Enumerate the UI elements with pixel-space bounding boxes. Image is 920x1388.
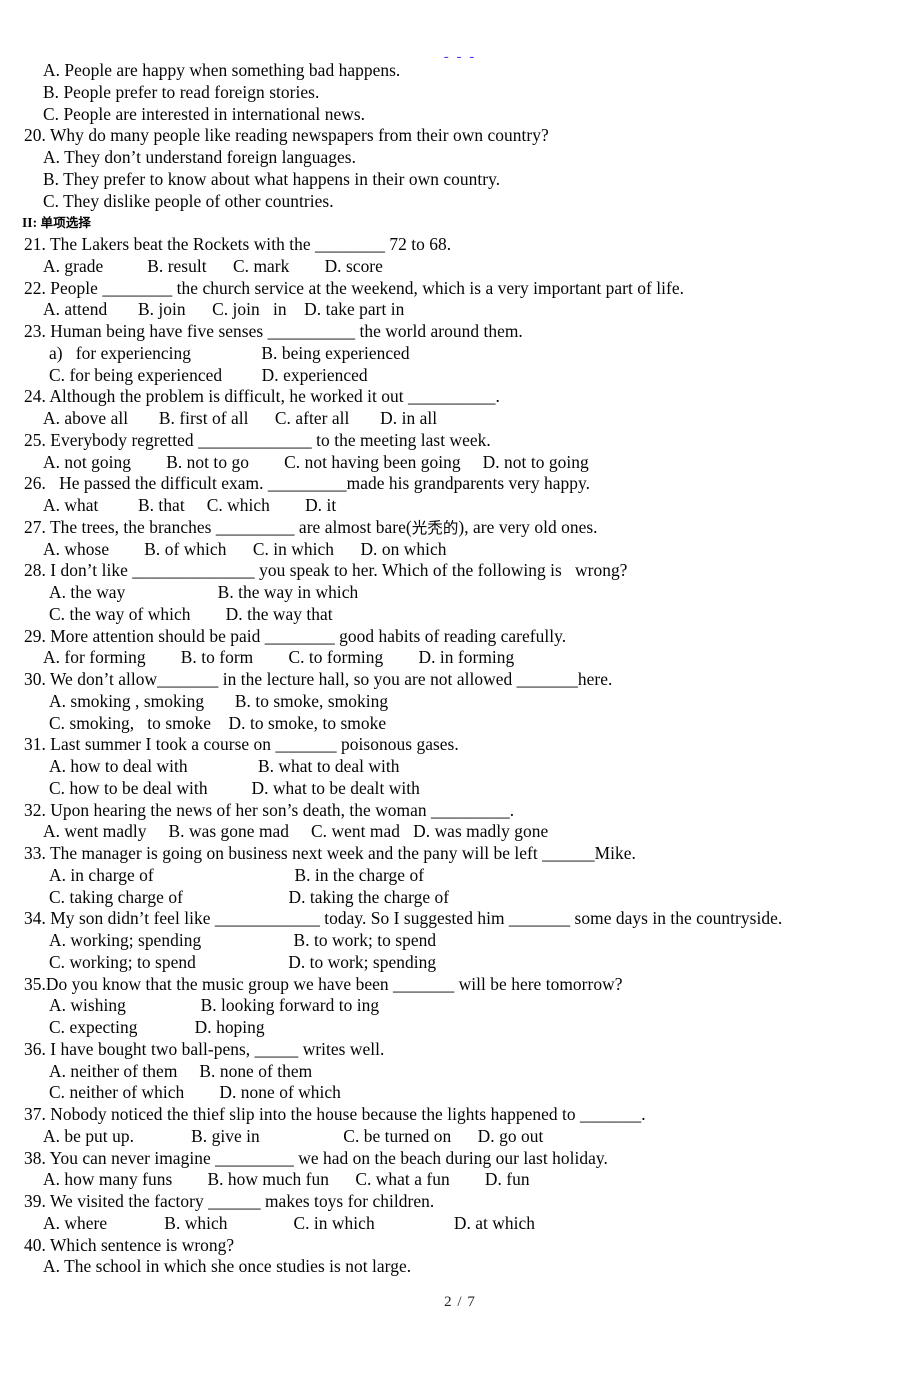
question-stem: 26. He passed the difficult exam. ______…	[24, 473, 591, 494]
question-list: 21. The Lakers beat the Rockets with the…	[0, 234, 920, 1278]
question-stem: 32. Upon hearing the news of her son’s d…	[24, 799, 515, 820]
option-line: C. taking charge of D. taking the charge…	[49, 886, 450, 907]
question-stem: 25. Everybody regretted _____________ to…	[24, 429, 491, 450]
option-line: C. the way of which D. the way that	[49, 603, 333, 624]
option-line: C. expecting D. hoping	[49, 1017, 265, 1037]
option-line: C. smoking, to smoke D. to smoke, to smo…	[49, 712, 387, 733]
option-line: C. how to be deal with D. what to be dea…	[49, 777, 420, 798]
question-stem: 34. My son didn’t feel like ____________…	[24, 908, 783, 929]
question-stem: 21. The Lakers beat the Rockets with the…	[24, 234, 452, 254]
question-stem: 37. Nobody noticed the thief slip into t…	[24, 1104, 646, 1124]
question-stem: 35.Do you know that the music group we h…	[24, 973, 623, 994]
option-line: A. where B. which C. in which D. at whic…	[43, 1212, 536, 1233]
option-line: A. working; spending B. to work; to spen…	[49, 930, 437, 950]
option-line: A. attend B. join C. join in D. take par…	[43, 299, 405, 320]
option-line: C. working; to spend D. to work; spendin…	[49, 951, 437, 972]
option-line: C. People are interested in internationa…	[43, 103, 366, 124]
option-line: A. The school in which she once studies …	[43, 1256, 412, 1277]
question-stem: 22. People ________ the church service a…	[24, 277, 685, 298]
option-line: A. whose B. of which C. in which D. on w…	[43, 538, 447, 559]
option-line: A. how many funs B. how much fun C. what…	[43, 1169, 530, 1190]
option-line: A. They don’t understand foreign languag…	[43, 147, 357, 167]
document-page: - - - A. People are happy when something…	[0, 0, 920, 1388]
option-line: a) for experiencing B. being experienced	[49, 342, 410, 363]
question-stem: 31. Last summer I took a course on _____…	[24, 734, 459, 755]
option-line: A. grade B. result C. mark D. score	[43, 255, 383, 276]
option-line: A. how to deal with B. what to deal with	[49, 756, 400, 776]
option-line: C. for being experienced D. experienced	[49, 364, 368, 385]
question-stem: 36. I have bought two ball-pens, _____ w…	[24, 1038, 385, 1059]
section-heading: II: 单项选择	[0, 212, 920, 234]
question-stem: 30. We don’t allow_______ in the lecture…	[24, 669, 613, 689]
section-heading-label: II:	[22, 215, 38, 231]
option-line: C. They dislike people of other countrie…	[43, 190, 334, 211]
option-line: A. People are happy when something bad h…	[43, 60, 401, 80]
section-heading-title: 单项选择	[40, 215, 91, 231]
option-line: A. for forming B. to form C. to forming …	[43, 647, 515, 668]
page-footer: 2 / 7	[444, 1294, 476, 1310]
question-stem: 27. The trees, the branches _________ ar…	[24, 516, 598, 537]
option-line: A. not going B. not to go C. not having …	[43, 451, 589, 472]
question-stem: 38. You can never imagine _________ we h…	[24, 1147, 608, 1168]
option-line: B. They prefer to know about what happen…	[43, 168, 501, 189]
question-stem: 29. More attention should be paid ______…	[24, 625, 567, 646]
question-stem: 40. Which sentence is wrong?	[24, 1234, 235, 1255]
option-line: A. the way B. the way in which	[49, 582, 359, 602]
option-line: A. be put up. B. give in C. be turned on…	[43, 1125, 544, 1146]
question-stem: 39. We visited the factory ______ makes …	[24, 1191, 435, 1211]
question-stem: 23. Human being have five senses _______…	[24, 321, 523, 341]
option-line: A. went madly B. was gone mad C. went ma…	[43, 821, 549, 842]
option-line: A. wishing B. looking forward to ing	[49, 995, 380, 1016]
option-line: A. smoking , smoking B. to smoke, smokin…	[49, 690, 389, 711]
question-stem: 28. I don’t like ______________ you spea…	[24, 560, 628, 581]
option-line: C. neither of which D. none of which	[49, 1082, 341, 1103]
option-line: A. in charge of B. in the charge of	[49, 864, 425, 885]
question-stem: 33. The manager is going on business nex…	[24, 843, 636, 863]
option-line: A. neither of them B. none of them	[49, 1060, 313, 1081]
cjk-gloss: 光秃的	[411, 518, 459, 537]
option-line: A. above all B. first of all C. after al…	[43, 408, 438, 428]
question-stem: 20. Why do many people like reading news…	[24, 125, 549, 146]
option-line: A. what B. that C. which D. it	[43, 495, 337, 515]
option-line: B. People prefer to read foreign stories…	[43, 81, 320, 102]
question-stem: 24. Although the problem is difficult, h…	[24, 386, 500, 407]
document-body: A. People are happy when something bad h…	[0, 60, 920, 1278]
